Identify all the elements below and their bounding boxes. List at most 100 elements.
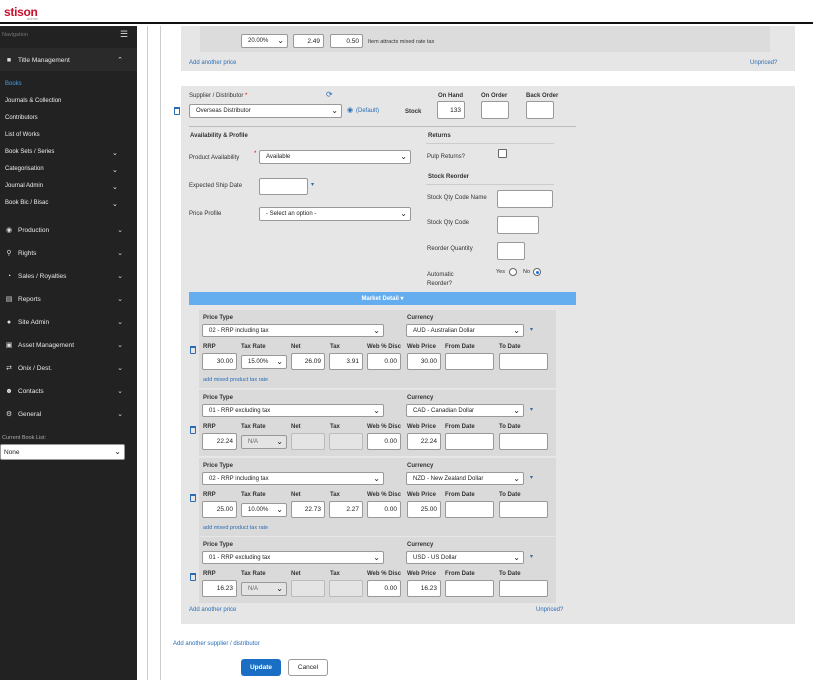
unpriced-link[interactable]: Unpriced? bbox=[750, 60, 777, 66]
rrp-field[interactable]: 22.24 bbox=[202, 433, 237, 450]
update-button[interactable]: Update bbox=[241, 659, 281, 676]
net-field[interactable]: 26.09 bbox=[291, 353, 325, 370]
price-type-select[interactable]: 01 - RRP excluding tax ⌄ bbox=[202, 404, 384, 417]
cancel-button[interactable]: Cancel bbox=[288, 659, 328, 676]
tax-field[interactable] bbox=[329, 433, 363, 450]
from-date-field[interactable] bbox=[445, 353, 494, 370]
currency-select[interactable]: USD - US Dollar ⌄ bbox=[406, 551, 524, 564]
hamburger-menu-icon[interactable]: ☰ bbox=[120, 30, 128, 39]
web-disc-field[interactable]: 0.00 bbox=[367, 580, 401, 597]
sidebar-subitem-book-bic[interactable]: Book Bic / Bisac ⌄ bbox=[5, 200, 118, 208]
on-order-field[interactable] bbox=[481, 101, 509, 119]
rrp-field[interactable]: 30.00 bbox=[202, 353, 237, 370]
web-price-field[interactable]: 22.24 bbox=[407, 433, 441, 450]
currency-select[interactable]: AUD - Australian Dollar ⌄ bbox=[406, 324, 524, 337]
sidebar-item-sales[interactable]: ◔ Sales / Royalties ⌄ bbox=[0, 270, 137, 282]
price-profile-select[interactable]: - Select an option - ⌄ bbox=[259, 207, 411, 221]
current-book-list-select[interactable]: None ⌄ bbox=[0, 444, 125, 460]
expand-chevron-icon[interactable]: ▾ bbox=[530, 475, 533, 481]
net-field[interactable]: 22.73 bbox=[291, 501, 325, 518]
sidebar-item-asset-management[interactable]: ▣ Asset Management ⌄ bbox=[0, 339, 137, 351]
trash-icon[interactable] bbox=[190, 494, 196, 502]
sidebar-subitem-journals[interactable]: Journals & Collection bbox=[5, 98, 61, 104]
rrp-field[interactable]: 25.00 bbox=[202, 501, 237, 518]
web-disc-field[interactable]: 0.00 bbox=[367, 501, 401, 518]
sidebar-subitem-list-of-works[interactable]: List of Works bbox=[5, 132, 40, 138]
tax-field[interactable] bbox=[329, 580, 363, 597]
auto-reorder-no-radio[interactable] bbox=[533, 268, 541, 276]
back-order-field[interactable] bbox=[526, 101, 554, 119]
expand-chevron-icon[interactable]: ▾ bbox=[530, 327, 533, 333]
default-link[interactable]: (Default) bbox=[356, 108, 379, 114]
tax-field[interactable]: 3.91 bbox=[329, 353, 363, 370]
from-date-field[interactable] bbox=[445, 501, 494, 518]
tax-rate-select[interactable]: 20.00% ⌄ bbox=[241, 34, 288, 48]
from-date-field[interactable] bbox=[445, 433, 494, 450]
trash-icon[interactable] bbox=[174, 107, 180, 115]
price-type-select[interactable]: 02 - RRP including tax ⌄ bbox=[202, 324, 384, 337]
tax-field[interactable]: 0.50 bbox=[330, 34, 363, 48]
sidebar-item-rights[interactable]: ⚲ Rights ⌄ bbox=[0, 247, 137, 259]
web-disc-field[interactable]: 0.00 bbox=[367, 353, 401, 370]
web-price-field[interactable]: 25.00 bbox=[407, 501, 441, 518]
expected-ship-date-field[interactable] bbox=[259, 178, 308, 195]
pulp-returns-checkbox[interactable] bbox=[498, 149, 507, 158]
sidebar-item-site-admin[interactable]: ● Site Admin ⌄ bbox=[0, 316, 137, 328]
tax-field[interactable]: 2.27 bbox=[329, 501, 363, 518]
add-mixed-tax-rate-link[interactable]: add mixed product tax rate bbox=[203, 377, 268, 383]
web-price-field[interactable]: 30.00 bbox=[407, 353, 441, 370]
expand-chevron-icon[interactable]: ▾ bbox=[530, 407, 533, 413]
sidebar-subitem-books[interactable]: Books bbox=[5, 81, 22, 87]
trash-icon[interactable] bbox=[190, 426, 196, 434]
sidebar-item-onix[interactable]: ⇄ Onix / Dest. ⌄ bbox=[0, 362, 137, 374]
from-date-field[interactable] bbox=[445, 580, 494, 597]
sidebar-item-title-management[interactable]: ■ Title Management ⌃ bbox=[0, 54, 137, 66]
net-field[interactable] bbox=[291, 580, 325, 597]
tax-rate-select[interactable]: N/A ⌄ bbox=[241, 435, 287, 449]
trash-icon[interactable] bbox=[190, 573, 196, 581]
reorder-quantity-field[interactable] bbox=[497, 242, 525, 260]
expand-chevron-icon[interactable]: ▾ bbox=[530, 554, 533, 560]
stock-qty-code-name-field[interactable] bbox=[497, 190, 553, 208]
web-disc-header: Web % Disc bbox=[367, 344, 401, 350]
market-detail-bar[interactable]: Market Detail ▾ bbox=[189, 292, 576, 305]
add-another-price-link[interactable]: Add another price bbox=[189, 60, 236, 66]
product-availability-select[interactable]: Available ⌄ bbox=[259, 150, 411, 164]
add-mixed-tax-rate-link[interactable]: add mixed product tax rate bbox=[203, 525, 268, 531]
calendar-dropdown-icon[interactable]: ▾ bbox=[311, 182, 314, 188]
net-header: Net bbox=[291, 492, 301, 498]
auto-reorder-yes-radio[interactable] bbox=[509, 268, 517, 276]
sidebar-item-production[interactable]: ◉ Production ⌄ bbox=[0, 224, 137, 236]
history-icon[interactable]: ⟳ bbox=[326, 91, 333, 99]
sidebar-subitem-book-sets[interactable]: Book Sets / Series ⌄ bbox=[5, 149, 118, 157]
to-date-field[interactable] bbox=[499, 353, 548, 370]
to-date-field[interactable] bbox=[499, 433, 548, 450]
sidebar-item-reports[interactable]: ▤ Reports ⌄ bbox=[0, 293, 137, 305]
net-field[interactable]: 2.49 bbox=[293, 34, 324, 48]
to-date-field[interactable] bbox=[499, 501, 548, 518]
sidebar-item-contacts[interactable]: ☻ Contacts ⌄ bbox=[0, 385, 137, 397]
currency-select[interactable]: NZD - New Zealand Dollar ⌄ bbox=[406, 472, 524, 485]
on-hand-field[interactable]: 133 bbox=[437, 101, 465, 119]
to-date-field[interactable] bbox=[499, 580, 548, 597]
tax-rate-select[interactable]: 15.00% ⌄ bbox=[241, 355, 287, 369]
web-disc-field[interactable]: 0.00 bbox=[367, 433, 401, 450]
sidebar-subitem-contributors[interactable]: Contributors bbox=[5, 115, 38, 121]
net-field[interactable] bbox=[291, 433, 325, 450]
tax-rate-select[interactable]: 10.00% ⌄ bbox=[241, 503, 287, 517]
currency-select[interactable]: CAD - Canadian Dollar ⌄ bbox=[406, 404, 524, 417]
unpriced-link[interactable]: Unpriced? bbox=[536, 607, 563, 613]
stock-qty-code-field[interactable] bbox=[497, 216, 539, 234]
rrp-field[interactable]: 16.23 bbox=[202, 580, 237, 597]
supplier-select[interactable]: Overseas Distributor ⌄ bbox=[189, 104, 342, 118]
sidebar-subitem-categorisation[interactable]: Categorisation ⌄ bbox=[5, 166, 118, 174]
add-another-price-link[interactable]: Add another price bbox=[189, 607, 236, 613]
sidebar-item-general[interactable]: ⚙ General ⌄ bbox=[0, 408, 137, 420]
add-supplier-link[interactable]: Add another supplier / distributor bbox=[173, 641, 260, 647]
trash-icon[interactable] bbox=[190, 346, 196, 354]
tax-rate-select[interactable]: N/A ⌄ bbox=[241, 582, 287, 596]
web-price-field[interactable]: 16.23 bbox=[407, 580, 441, 597]
sidebar-subitem-journal-admin[interactable]: Journal Admin ⌄ bbox=[5, 183, 118, 191]
price-type-select[interactable]: 02 - RRP including tax ⌄ bbox=[202, 472, 384, 485]
price-type-select[interactable]: 01 - RRP excluding tax ⌄ bbox=[202, 551, 384, 564]
